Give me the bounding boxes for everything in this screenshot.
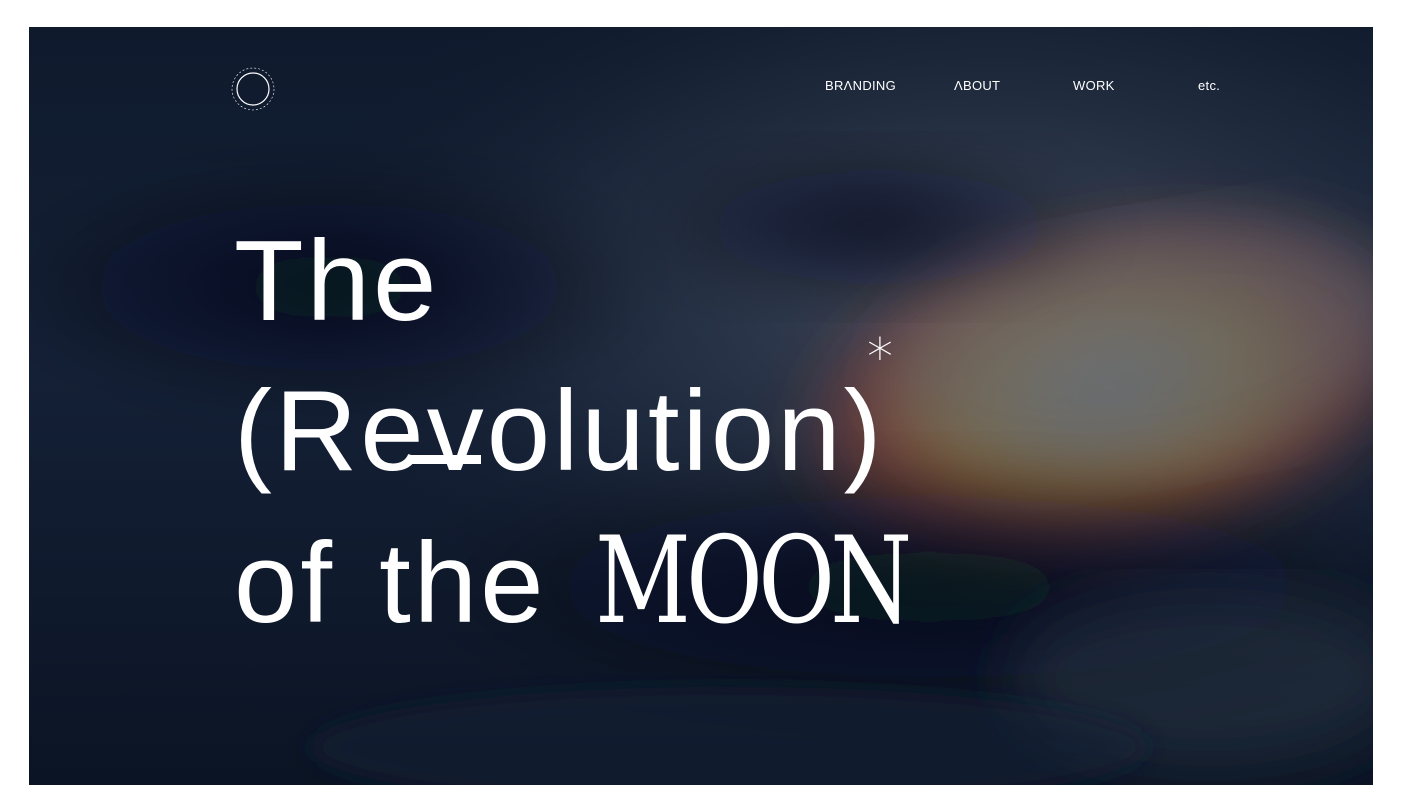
- main-navigation: BRΛNDING ΛBOUT WORK etc.: [29, 78, 1373, 98]
- nav-link-etc[interactable]: etc.: [1198, 78, 1220, 93]
- headline-line-3: of the MOON: [234, 507, 995, 659]
- hero-section: BRΛNDING ΛBOUT WORK etc. The (Revolution…: [29, 27, 1373, 785]
- hero-headline: The (Revolution) of the MOON: [234, 207, 995, 659]
- headline-moon-word: MOON: [594, 512, 912, 651]
- asterisk-mark: *: [867, 328, 893, 388]
- moon-underline-decoration: [411, 455, 481, 464]
- nav-link-branding[interactable]: BRΛNDING: [825, 78, 896, 93]
- nav-link-work[interactable]: WORK: [1073, 78, 1115, 93]
- headline-word-of: of: [234, 520, 336, 647]
- headline-word-the: the: [379, 520, 547, 647]
- nav-link-about[interactable]: ΛBOUT: [954, 78, 1000, 93]
